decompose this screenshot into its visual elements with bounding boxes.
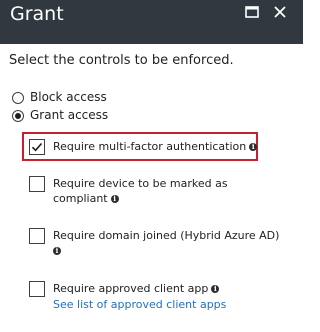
checkbox[interactable] — [29, 281, 45, 297]
checkbox[interactable] — [29, 228, 45, 244]
info-icon[interactable]: i — [249, 143, 258, 151]
checkbox[interactable] — [29, 176, 45, 192]
control-label: Require device to be marked as compliant… — [53, 177, 228, 205]
maximize-icon[interactable] — [242, 2, 262, 22]
instruction-text: Select the controls to be enforced. — [9, 53, 234, 68]
checkmark-icon — [31, 142, 43, 152]
control-label: Require multi-factor authentication i — [53, 139, 258, 154]
control-label: Require approved client app i — [53, 281, 220, 296]
info-icon[interactable]: i — [211, 285, 220, 293]
radio-label: Grant access — [30, 108, 109, 122]
close-icon[interactable] — [270, 2, 290, 22]
info-icon[interactable]: i — [110, 195, 119, 203]
radio-button[interactable] — [12, 110, 24, 122]
checkbox[interactable] — [29, 139, 45, 155]
blade-title: Grant — [10, 3, 64, 25]
approved-apps-link[interactable]: See list of approved client apps — [53, 298, 226, 311]
control-label: Require domain joined (Hybrid Azure AD) … — [53, 229, 280, 255]
blade-header: Grant — [0, 0, 303, 44]
radio-label: Block access — [30, 90, 107, 104]
info-icon[interactable]: i — [53, 247, 61, 255]
radio-button[interactable] — [12, 92, 24, 104]
